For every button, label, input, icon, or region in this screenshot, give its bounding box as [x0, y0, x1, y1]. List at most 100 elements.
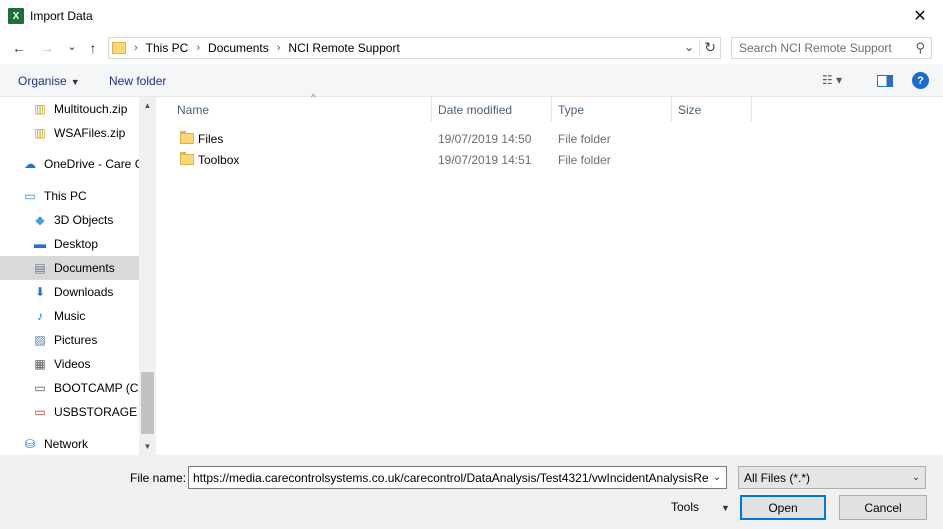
column-header-size[interactable]: Size: [672, 97, 752, 122]
tools-button[interactable]: Tools ▼: [671, 500, 730, 514]
change-view-icon[interactable]: ☷ ▾: [822, 73, 842, 87]
scroll-up-icon[interactable]: ▲: [139, 97, 156, 114]
file-name: Toolbox: [198, 153, 240, 167]
forward-button[interactable]: →: [38, 39, 56, 57]
sidebar-item[interactable]: ▬ Desktop: [0, 232, 139, 256]
sidebar-item-label: Network: [44, 437, 89, 451]
file-date: 19/07/2019 14:51: [438, 153, 532, 167]
sidebar-item-label: Documents: [54, 261, 115, 275]
folder-icon: [180, 152, 194, 165]
breadcrumb-separator[interactable]: ›: [134, 42, 138, 54]
address-bar[interactable]: › This PC › Documents › NCI Remote Suppo…: [108, 37, 721, 59]
file-date: 19/07/2019 14:50: [438, 132, 532, 146]
chevron-down-icon[interactable]: ⌄: [708, 467, 726, 488]
organise-button[interactable]: Organise ▼: [18, 74, 80, 88]
sidebar-item[interactable]: ▭ USBSTORAGE (\\: [0, 400, 139, 424]
file-type-filter-value: All Files (*.*): [744, 470, 811, 485]
search-placeholder: Search NCI Remote Support: [739, 41, 892, 55]
sidebar-item-label: Desktop: [54, 237, 99, 251]
column-label: Size: [678, 102, 702, 117]
sidebar-item-label: WSAFiles.zip: [54, 126, 126, 140]
music-icon: ♪: [37, 309, 43, 323]
document-icon: ▤: [34, 261, 46, 275]
sort-arrow-icon: ^: [311, 93, 316, 104]
refresh-icon[interactable]: ↻: [699, 39, 716, 56]
file-type-filter[interactable]: All Files (*.*) ⌄: [738, 466, 926, 489]
chevron-down-icon[interactable]: ⌄: [684, 40, 694, 54]
sidebar-item[interactable]: ◆ 3D Objects: [0, 208, 139, 232]
search-icon[interactable]: ⚲: [915, 40, 925, 56]
file-name-label: File name:: [130, 471, 187, 485]
breadcrumb-documents[interactable]: Documents: [208, 41, 269, 55]
sidebar-item[interactable]: ☁ OneDrive - Care C: [0, 152, 139, 176]
table-row[interactable]: Toolbox 19/07/2019 14:51 File folder: [174, 149, 774, 170]
sidebar-item[interactable]: ⬇ Downloads: [0, 280, 139, 304]
back-button[interactable]: ←: [10, 39, 28, 57]
column-label: Date modified: [438, 102, 513, 117]
breadcrumb-nci-remote-support[interactable]: NCI Remote Support: [288, 41, 399, 55]
window-title: Import Data: [30, 9, 93, 23]
file-name-field[interactable]: https://media.carecontrolsystems.co.uk/c…: [188, 466, 727, 489]
sidebar-item-label: 3D Objects: [54, 213, 114, 227]
dropdown-arrow-icon: ▼: [721, 503, 730, 513]
network-drive-icon: ▭: [34, 405, 46, 419]
zip-icon: ▥: [34, 126, 46, 140]
column-label: Type: [558, 102, 585, 117]
cloud-icon: ☁: [24, 157, 36, 171]
preview-pane-icon[interactable]: [877, 75, 893, 87]
sidebar-item-label: This PC: [44, 189, 87, 203]
sidebar-item-label: Downloads: [54, 285, 114, 299]
new-folder-button[interactable]: New folder: [109, 74, 166, 88]
sidebar-item[interactable]: ▥ WSAFiles.zip: [0, 121, 139, 145]
sidebar-item[interactable]: ♪ Music: [0, 304, 139, 328]
column-header-type[interactable]: Type: [552, 97, 672, 122]
breadcrumb-separator[interactable]: ›: [277, 42, 281, 54]
zip-icon: ▥: [34, 102, 46, 116]
sidebar-item-label: BOOTCAMP (C:): [54, 381, 139, 395]
chevron-down-icon: ⌄: [911, 472, 921, 483]
sidebar-item-label: Pictures: [54, 333, 98, 347]
sidebar-item[interactable]: ▤ Documents: [0, 256, 139, 280]
sidebar-item-label: OneDrive - Care C: [44, 157, 139, 171]
nav-pane-scrollbar[interactable]: ▲ ▼: [139, 97, 156, 455]
sidebar-item[interactable]: ▦ Videos: [0, 352, 139, 376]
download-icon: ⬇: [34, 285, 46, 299]
up-button[interactable]: ↑: [84, 39, 102, 57]
breadcrumb-separator[interactable]: ›: [196, 42, 200, 54]
file-list: Name ^ Date modified Type Size Files 19/…: [156, 93, 943, 455]
sidebar-item[interactable]: ⛁ Network: [0, 432, 139, 455]
navigation-pane: ▥ Multitouch.zip ▥ WSAFiles.zip ☁ OneDrive - …: [0, 97, 156, 455]
video-icon: ▦: [34, 357, 46, 371]
column-header-name[interactable]: Name ^: [171, 93, 432, 122]
table-row[interactable]: Files 19/07/2019 14:50 File folder: [174, 128, 774, 149]
sidebar-item-label: Music: [54, 309, 86, 323]
breadcrumb-this-pc[interactable]: This PC: [146, 41, 189, 55]
command-bar: Organise ▼ New folder ☷ ▾ ?: [0, 64, 943, 97]
sidebar-item[interactable]: ▥ Multitouch.zip: [0, 97, 139, 121]
title-bar: X Import Data ✕: [0, 0, 943, 32]
computer-icon: ▭: [24, 189, 36, 203]
folder-icon: [180, 131, 194, 144]
file-type: File folder: [558, 132, 611, 146]
recent-locations-button[interactable]: ⌄: [63, 37, 81, 55]
cancel-button[interactable]: Cancel: [839, 495, 927, 520]
sidebar-item[interactable]: ▭ This PC: [0, 184, 139, 208]
sidebar-item[interactable]: ▭ BOOTCAMP (C:): [0, 376, 139, 400]
cube-icon: ◆: [35, 213, 45, 227]
navigation-bar: ← → ⌄ ↑ › This PC › Documents › NCI Remo…: [0, 32, 943, 64]
scroll-down-icon[interactable]: ▼: [139, 438, 156, 455]
dialog-footer: File name: https://media.carecontrolsyst…: [0, 455, 943, 529]
scrollbar-thumb[interactable]: [141, 372, 154, 434]
sidebar-item[interactable]: ▨ Pictures: [0, 328, 139, 352]
open-button[interactable]: Open: [740, 495, 826, 520]
search-input[interactable]: Search NCI Remote Support ⚲: [731, 37, 932, 59]
column-header-date-modified[interactable]: Date modified: [432, 97, 552, 122]
sidebar-item-label: Videos: [54, 357, 91, 371]
excel-icon: X: [8, 8, 24, 24]
help-icon[interactable]: ?: [912, 72, 929, 89]
drive-icon: ▭: [34, 381, 46, 395]
column-label: Name: [177, 102, 210, 117]
network-icon: ⛁: [24, 437, 36, 451]
close-button[interactable]: ✕: [897, 0, 943, 32]
file-type: File folder: [558, 153, 611, 167]
